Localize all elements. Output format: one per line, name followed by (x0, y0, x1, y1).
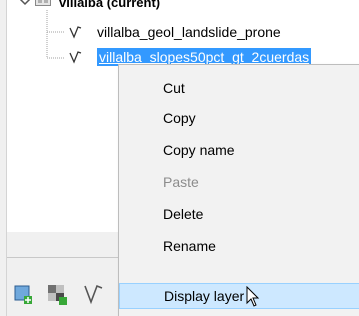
menu-item-copy-name[interactable]: Copy name (119, 137, 359, 163)
mapset-label: villalba (current) (59, 0, 161, 10)
add-vector-icon[interactable] (82, 282, 106, 306)
menu-item-rename[interactable]: Rename (119, 233, 359, 259)
menu-item-display-layer[interactable]: Display layer (119, 283, 359, 309)
tree-group-mapset[interactable]: villalba (current) (19, 0, 161, 12)
toolbar-divider (7, 257, 127, 258)
vector-layer-icon (69, 26, 82, 39)
collapse-arrow-icon[interactable] (19, 0, 31, 6)
menu-item-copy[interactable]: Copy (119, 105, 359, 131)
context-menu: Cut Copy Copy name Paste Delete Rename D… (118, 64, 359, 316)
menu-item-delete[interactable]: Delete (119, 201, 359, 227)
add-raster-icon[interactable] (45, 282, 69, 306)
menu-item-cut[interactable]: Cut (119, 75, 359, 101)
layer-label: villalba_geol_landslide_prone (97, 24, 281, 40)
menu-item-paste[interactable]: Paste (119, 169, 359, 195)
gis-layer-manager-screenshot: villalba (current) villalba_geol_landsli… (0, 0, 359, 316)
panel-left-edge (0, 0, 7, 316)
mapset-icon (35, 0, 51, 6)
vector-layer-icon (69, 51, 82, 64)
add-layer-icon[interactable] (12, 282, 36, 306)
mouse-cursor-icon (246, 286, 260, 307)
tree-layer-geol-landslide[interactable]: villalba_geol_landslide_prone (69, 22, 281, 42)
